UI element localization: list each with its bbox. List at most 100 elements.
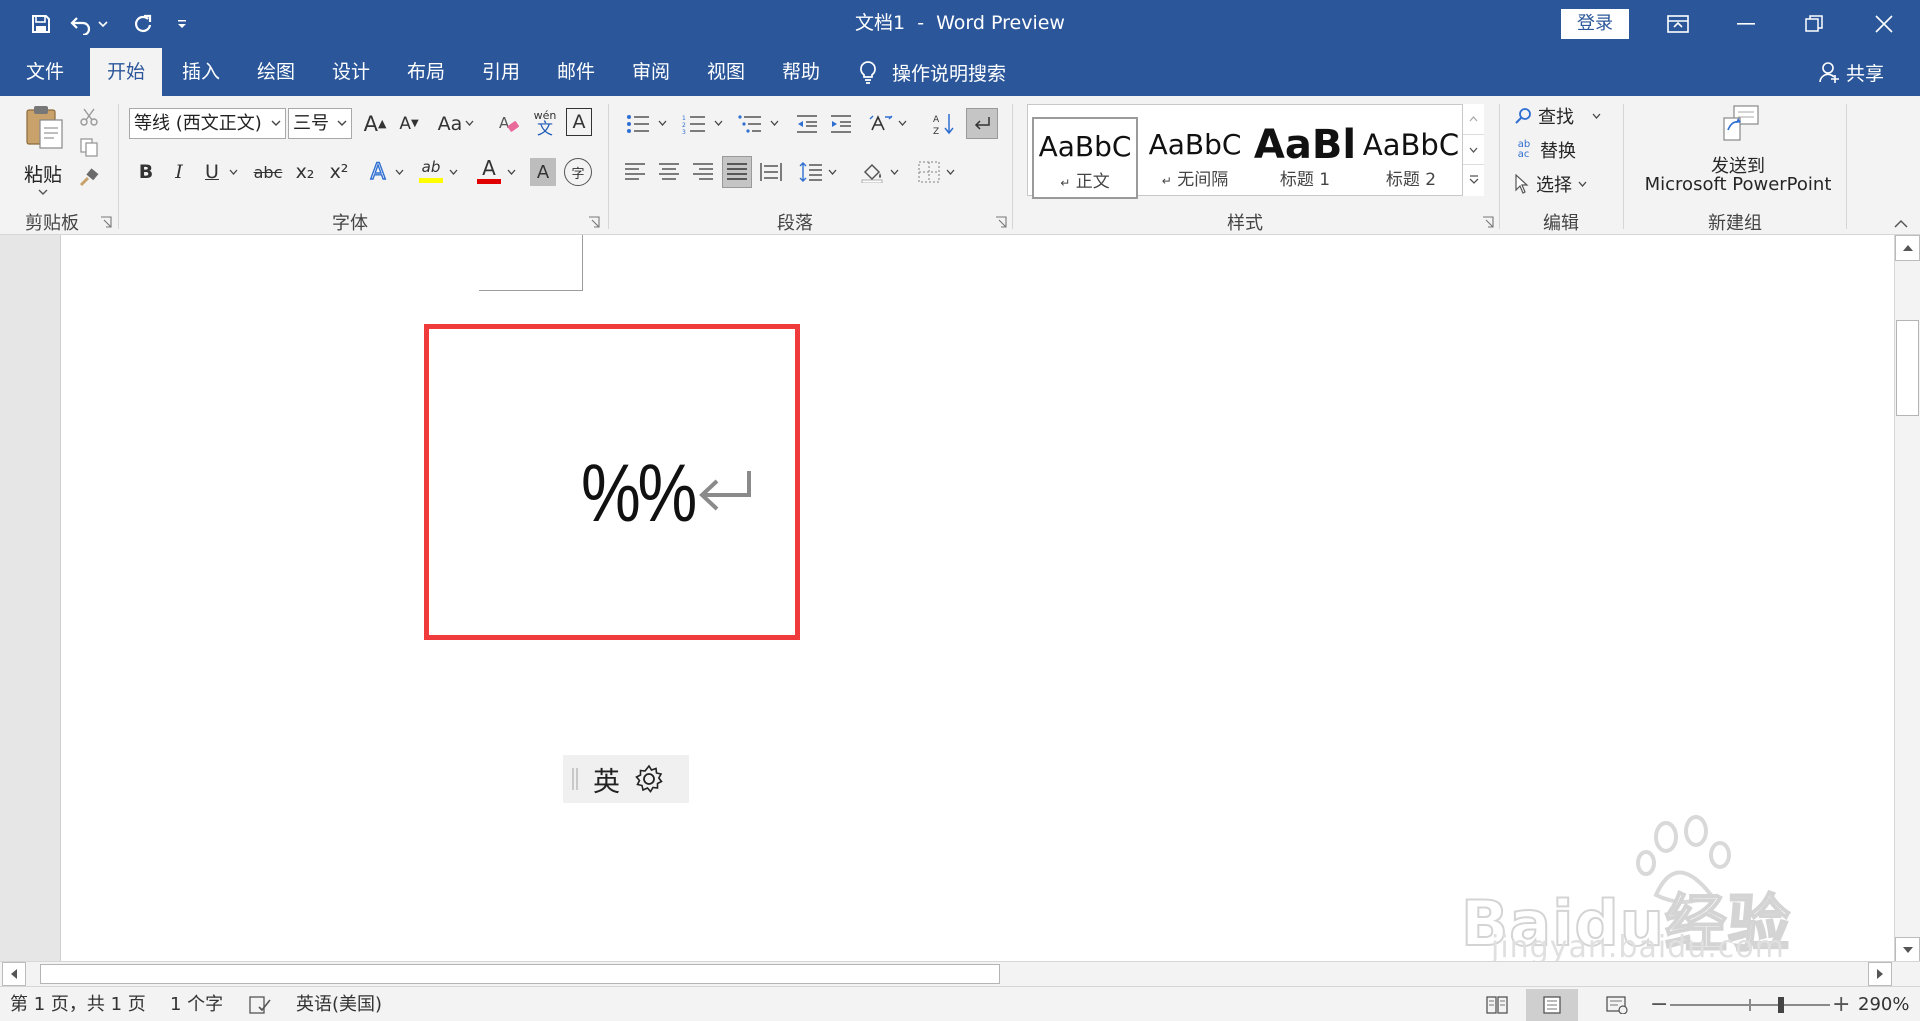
scroll-right-icon[interactable] [1868,962,1892,986]
gear-icon[interactable] [634,764,664,794]
clipboard-launcher-icon[interactable] [100,216,112,228]
chinese-layout-dropdown-icon[interactable] [896,108,908,139]
bold-button[interactable]: B [132,156,160,188]
tab-references[interactable]: 引用 [466,48,536,96]
copy-icon[interactable] [76,134,102,160]
redo-icon[interactable] [128,10,158,38]
enclose-characters-button[interactable]: 字 [564,158,592,186]
text-highlight-button[interactable]: ab [416,154,446,188]
zoom-slider-thumb[interactable] [1778,997,1784,1013]
zoom-slider[interactable] [1670,997,1830,1013]
justify-icon[interactable] [722,156,752,188]
sort-icon[interactable]: AZ [930,108,958,139]
tab-review[interactable]: 审阅 [616,48,686,96]
collapse-ribbon-icon[interactable] [1890,216,1912,230]
tab-view[interactable]: 视图 [691,48,761,96]
styles-scroll-down-icon[interactable] [1463,134,1484,164]
align-right-icon[interactable] [688,156,718,188]
tab-insert[interactable]: 插入 [166,48,236,96]
scroll-down-icon[interactable] [1895,937,1920,963]
styles-more-icon[interactable] [1463,164,1484,194]
undo-dropdown-icon[interactable] [96,10,110,38]
tab-help[interactable]: 帮助 [766,48,836,96]
zoom-in-button[interactable]: + [1832,993,1850,1017]
document-page[interactable]: %% 英 Baidu经验 jingyan.baidu.com [60,235,1894,965]
page-count[interactable]: 第 1 页，共 1 页 [10,993,146,1017]
character-border-button[interactable]: A [566,108,592,136]
clear-formatting-icon[interactable]: A [494,108,524,139]
font-size-combo[interactable]: 三号 [288,108,352,139]
restore-icon[interactable] [1780,0,1848,48]
cut-icon[interactable] [76,104,102,130]
vertical-scrollbar[interactable] [1894,235,1920,964]
chinese-layout-icon[interactable] [866,108,896,139]
proofing-icon[interactable] [248,993,272,1017]
tab-home[interactable]: 开始 [90,48,162,96]
character-shading-button[interactable]: A [530,158,556,186]
text-effects-dropdown-icon[interactable] [392,156,406,188]
increase-indent-icon[interactable] [826,108,856,139]
zoom-out-button[interactable]: − [1650,993,1668,1017]
shading-dropdown-icon[interactable] [888,156,900,188]
font-color-dropdown-icon[interactable] [504,156,518,188]
format-painter-icon[interactable] [76,164,102,190]
text-effects-button[interactable]: A [364,156,392,188]
shrink-font-button[interactable]: A ▼ [394,108,424,139]
multilevel-dropdown-icon[interactable] [768,108,780,139]
paste-button[interactable]: 粘贴 [14,104,74,202]
tab-layout[interactable]: 布局 [391,48,461,96]
tab-file[interactable]: 文件 [10,48,80,96]
font-name-combo[interactable]: 等线 (西文正文) [129,108,286,139]
language-indicator[interactable]: 英语(美国) [296,993,382,1017]
document-text-line[interactable]: %% [581,443,753,535]
vertical-scroll-thumb[interactable] [1896,320,1919,416]
styles-launcher-icon[interactable] [1482,216,1494,228]
superscript-button[interactable]: x² [324,156,354,188]
tab-draw[interactable]: 绘图 [241,48,311,96]
multilevel-list-icon[interactable] [732,108,768,139]
numbering-dropdown-icon[interactable] [712,108,724,139]
tab-mailings[interactable]: 邮件 [541,48,611,96]
style-normal[interactable]: AaBbC ↵ 正文 [1032,117,1138,199]
send-to-powerpoint-button[interactable]: 发送到 Microsoft PowerPoint [1636,104,1840,204]
save-icon[interactable] [26,10,56,38]
share-button[interactable]: 共享 [1818,48,1884,96]
style-no-spacing[interactable]: AaBbC ↵ 无间隔 [1142,117,1248,199]
customize-qat-icon[interactable] [172,10,192,38]
underline-button[interactable]: U [198,156,226,188]
align-left-icon[interactable] [620,156,650,188]
scroll-left-icon[interactable] [2,962,26,986]
align-center-icon[interactable] [654,156,684,188]
borders-icon[interactable] [914,156,944,188]
decrease-indent-icon[interactable] [792,108,822,139]
style-heading-2[interactable]: AaBbC 标题 2 [1358,117,1464,199]
scroll-up-icon[interactable] [1895,235,1920,261]
line-spacing-icon[interactable] [796,156,826,188]
tab-design[interactable]: 设计 [316,48,386,96]
style-heading-1[interactable]: AaBl 标题 1 [1252,117,1358,199]
ime-mode-label[interactable]: 英 [593,760,620,799]
shading-icon[interactable] [858,156,888,188]
print-layout-icon[interactable] [1526,989,1578,1021]
phonetic-guide-button[interactable]: wén 文 [530,106,560,140]
ime-drag-handle-icon[interactable] [571,766,579,792]
styles-scroll-up-icon[interactable] [1463,104,1484,134]
close-icon[interactable] [1848,0,1920,48]
numbering-icon[interactable]: 123 [676,108,712,139]
read-mode-icon[interactable] [1484,993,1510,1017]
ime-toolbar[interactable]: 英 [563,755,689,803]
show-formatting-marks-icon[interactable] [966,108,998,139]
ribbon-display-options-icon[interactable] [1644,0,1712,48]
strikethrough-button[interactable]: abc [250,156,286,188]
find-button[interactable]: 查找 [1514,102,1601,130]
underline-dropdown-icon[interactable] [226,156,240,188]
tell-me-search[interactable]: 操作说明搜索 [858,48,1006,96]
replace-button[interactable]: ab ac 替换 [1514,136,1576,164]
undo-icon[interactable] [68,10,94,38]
horizontal-scroll-thumb[interactable] [40,964,1000,984]
zoom-level[interactable]: 290% [1858,993,1909,1017]
minimize-icon[interactable] [1712,0,1780,48]
distributed-icon[interactable] [756,156,786,188]
change-case-button[interactable]: Aa [434,108,478,139]
subscript-button[interactable]: x₂ [290,156,320,188]
